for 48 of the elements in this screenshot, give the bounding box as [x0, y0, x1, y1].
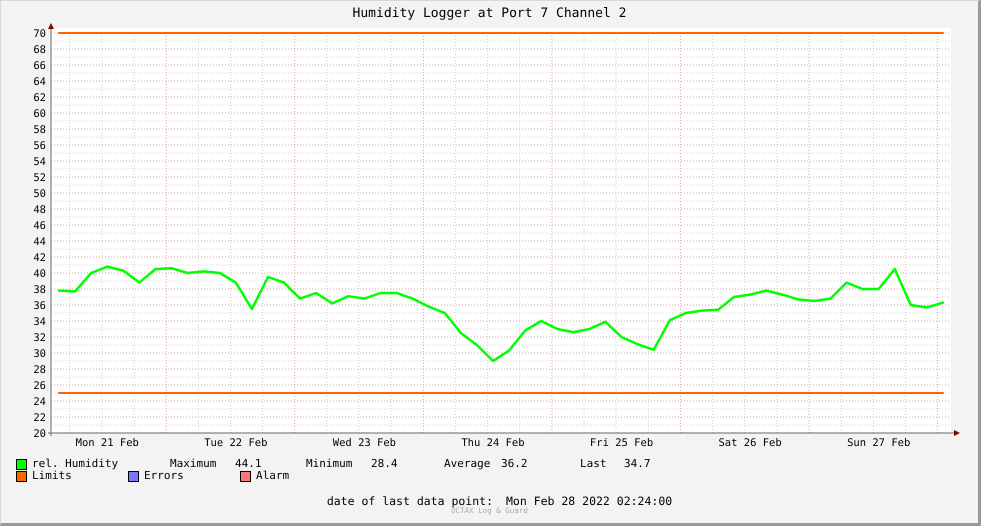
axis-label: Sat 26 Feb	[718, 437, 782, 449]
stat-value: 44.1	[235, 458, 262, 470]
axis-label: Wed 23 Feb	[332, 437, 396, 449]
axis-label: Fri 25 Feb	[590, 437, 654, 449]
last-data-value: Mon Feb 28 2022 02:24:00	[506, 494, 672, 508]
axis-label: 22	[33, 412, 46, 424]
axis-label: 60	[33, 108, 46, 120]
axis-label: Mon 21 Feb	[76, 437, 139, 449]
axis-label: 24	[33, 396, 46, 408]
axis-label: 54	[33, 156, 46, 168]
legend-label: rel. Humidity	[32, 458, 118, 470]
axis-label: 26	[33, 380, 46, 392]
axis-label: 40	[33, 268, 46, 280]
axis-label: 30	[33, 348, 46, 360]
stat-label: Maximum	[170, 458, 218, 470]
axis-label: 62	[33, 92, 46, 104]
axis-label: 64	[33, 76, 46, 88]
axis-label: 28	[33, 364, 46, 376]
axis-label: Sun 27 Feb	[847, 437, 910, 449]
stat-value: 36.2	[501, 458, 528, 470]
axis-label: 52	[33, 172, 46, 184]
axis-label: 20	[33, 428, 46, 440]
last-data-label: date of last data point:	[326, 494, 493, 508]
axis-label: 46	[33, 220, 46, 232]
stat-label: Average	[444, 458, 492, 470]
axis-label: 56	[33, 140, 46, 152]
axis-label: 68	[33, 44, 46, 56]
legend-label: Alarm	[256, 470, 290, 482]
stat-label: Last	[580, 458, 608, 470]
stat-label: Minimum	[306, 458, 354, 470]
legend-label: Errors	[144, 470, 184, 482]
axis-label: Tue 22 Feb	[204, 437, 268, 449]
axis-label: 44	[33, 236, 46, 248]
axis-label: 38	[33, 284, 46, 296]
chart-title: Humidity Logger at Port 7 Channel 2	[352, 6, 626, 22]
axis-label: 70	[33, 28, 46, 40]
axis-label: 32	[33, 332, 46, 344]
stat-value: 34.7	[624, 458, 652, 470]
axis-label: 48	[33, 204, 46, 216]
axis-label: 36	[33, 300, 46, 312]
axis-label: 34	[33, 316, 46, 328]
axis-label: 50	[33, 188, 46, 200]
axis-label: 58	[33, 124, 46, 136]
legend-label: Limits	[32, 470, 72, 482]
axis-label: Thu 24 Feb	[461, 437, 525, 449]
stat-value: 28.4	[371, 458, 398, 470]
axis-label: 66	[33, 60, 46, 72]
axis-label: 42	[33, 252, 46, 264]
